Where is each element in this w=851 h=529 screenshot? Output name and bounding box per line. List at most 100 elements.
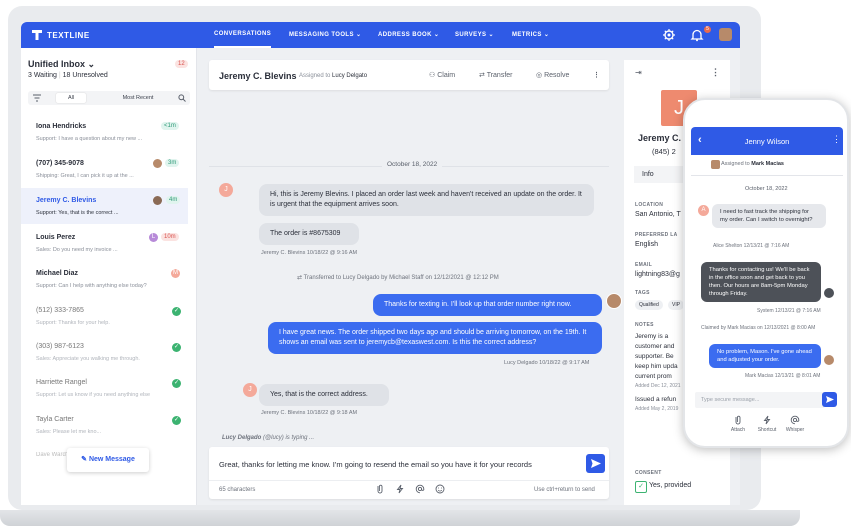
message-bubble-outgoing: Thanks for texting in. I'll look up that…: [373, 294, 602, 316]
conversation-item[interactable]: Michael Diaz Support: Can I help with an…: [21, 261, 188, 297]
app-screen: TEXTLINE CONVERSATIONS MESSAGING TOOLS ⌄…: [21, 22, 740, 505]
consent-check-icon: ✓: [635, 481, 647, 493]
mobile-message-incoming: I need to fast track the shipping for my…: [712, 204, 826, 228]
agent-avatar: [153, 159, 162, 168]
filter-bar: All Most Recent: [28, 91, 190, 105]
consent-value: Yes, provided: [649, 482, 692, 489]
inbox-selector[interactable]: Unified Inbox ⌄: [28, 59, 95, 70]
customer-avatar: J: [243, 383, 257, 397]
collapse-panel-icon[interactable]: ⇥: [635, 68, 642, 77]
send-icon: [826, 396, 834, 403]
conversation-item[interactable]: Harriette Rangel Support: Let us know if…: [21, 370, 188, 406]
more-options-icon[interactable]: ⋮: [711, 67, 720, 78]
note-text: Issued a refun: [635, 396, 677, 403]
conversation-name: Harriette Rangel: [36, 379, 87, 386]
message-composer[interactable]: Great, thanks for letting me know. I'm g…: [209, 447, 609, 499]
transfer-button[interactable]: ⇄ Transfer: [479, 71, 513, 79]
lightning-icon[interactable]: [762, 415, 772, 425]
conversation-item[interactable]: (303) 987-6123 Sales: Appreciate you wal…: [21, 334, 188, 370]
attach-icon[interactable]: [375, 484, 385, 494]
message-meta: Jeremy C. Blevins 10/18/22 @ 9:18 AM: [261, 410, 358, 416]
gear-icon[interactable]: [662, 28, 676, 42]
conversation-preview: Support: Let us know if you need anythin…: [36, 392, 151, 398]
mobile-app-preview: ‹ Jenny Wilson ⋮ Assigned to Mark Macias…: [683, 98, 849, 448]
claim-button[interactable]: ⚇ Claim: [429, 71, 455, 79]
inbox-counts: 3 Waiting | 18 Unresolved: [28, 72, 108, 79]
whisper-icon[interactable]: [790, 415, 800, 425]
tool-shortcut-label[interactable]: Shortcut: [752, 427, 782, 433]
message-input[interactable]: Great, thanks for letting me know. I'm g…: [219, 460, 532, 469]
search-icon[interactable]: [178, 94, 186, 102]
system-avatar: [824, 288, 834, 298]
nav-address-book[interactable]: ADDRESS BOOK ⌄: [378, 31, 439, 38]
more-options-icon[interactable]: ⋮: [593, 71, 600, 79]
logo-icon: [32, 30, 42, 40]
conversation-header: Jeremy C. Blevins Assigned to Lucy Delga…: [209, 60, 609, 90]
note-date: Added Dec 12, 2021: [635, 383, 681, 389]
inbox-sidebar: Unified Inbox ⌄ 12 3 Waiting | 18 Unreso…: [21, 48, 197, 505]
mobile-message-input[interactable]: Type secure message...: [695, 392, 825, 408]
conversation-item[interactable]: Louis Perez Sales: Do you need my invoic…: [21, 225, 188, 261]
mobile-message-system: Thanks for contacting us! We'll be back …: [701, 262, 821, 302]
typing-indicator: Lucy Delgado (@lucy) is typing ...: [222, 435, 315, 441]
user-avatar[interactable]: [719, 28, 732, 41]
filter-all[interactable]: All: [56, 93, 86, 103]
contact-name[interactable]: Jeremy C. Blevins: [219, 71, 297, 81]
nav-metrics[interactable]: METRICS ⌄: [512, 31, 549, 38]
lightning-icon[interactable]: [395, 484, 405, 494]
conversation-item[interactable]: Iona Hendricks Support: I have a questio…: [21, 114, 188, 150]
conversation-preview: Support: Can I help with anything else t…: [36, 283, 147, 289]
tool-attach-label[interactable]: Attach: [723, 427, 753, 433]
note-date: Added May 2, 2019: [635, 406, 679, 412]
conversation-item-selected[interactable]: Jeremy C. Blevins Support: Yes, that is …: [21, 188, 188, 224]
emoji-icon[interactable]: [435, 484, 445, 494]
send-button[interactable]: [586, 454, 605, 473]
nav-conversations[interactable]: CONVERSATIONS: [214, 31, 272, 48]
logo-text: TEXTLINE: [47, 30, 90, 40]
message-bubble-incoming: Yes, that is the correct address.: [259, 384, 389, 406]
mention-icon[interactable]: [415, 484, 425, 494]
conversation-item[interactable]: Tayla Carter Sales: Please let me kno...…: [21, 407, 188, 443]
attach-icon[interactable]: [733, 415, 743, 425]
new-message-button[interactable]: ✎ New Message: [67, 448, 149, 472]
language-label: PREFERRED LA: [635, 232, 678, 238]
agent-initial: L: [149, 233, 158, 242]
conversation-name: Michael Diaz: [36, 270, 79, 277]
resolved-check-icon: ✓: [172, 416, 181, 425]
wait-time-badge: <1m: [161, 122, 179, 130]
mobile-contact-name: Jenny Wilson: [744, 137, 790, 146]
location-value: San Antonio, T: [635, 211, 681, 218]
send-hint: Use ctrl+return to send: [534, 487, 595, 493]
conversation-item[interactable]: (512) 333-7865 Support: Thanks for your …: [21, 298, 188, 334]
tool-whisper-label[interactable]: Whisper: [780, 427, 810, 433]
notification-count: 5: [704, 26, 711, 33]
resolved-check-icon: ✓: [172, 343, 181, 352]
mobile-assigned-label: Assigned to Mark Macias: [721, 161, 784, 167]
check-circle-icon: ◎: [536, 72, 545, 79]
filter-icon[interactable]: [33, 94, 41, 102]
tag-chip[interactable]: Qualified: [635, 300, 663, 310]
mobile-message-outgoing: No problem, Mason. I've gone ahead and a…: [709, 344, 821, 368]
transfer-event: ⇄ Transferred to Lucy Delgado by Michael…: [297, 275, 499, 281]
agent-avatar: [824, 355, 834, 365]
nav-messaging-tools[interactable]: MESSAGING TOOLS ⌄: [289, 31, 361, 38]
chevron-down-icon: ⌄: [87, 59, 96, 69]
wait-time-badge: 3m: [165, 159, 180, 167]
conversation-name: (303) 987-6123: [36, 343, 84, 350]
mobile-send-button[interactable]: [822, 392, 837, 407]
conversation-preview: Shipping: Great, I can pick it up at the…: [36, 173, 134, 179]
nav-surveys[interactable]: SURVEYS ⌄: [455, 31, 494, 38]
filter-most-recent[interactable]: Most Recent: [114, 93, 162, 103]
bell-icon[interactable]: [690, 28, 704, 42]
mobile-message-meta: Mark Macias 12/13/21 @ 8:01 AM: [745, 373, 821, 379]
tag-chip[interactable]: VIP: [668, 300, 685, 310]
textline-logo[interactable]: TEXTLINE: [31, 29, 90, 41]
agent-avatar: [711, 160, 720, 169]
conversation-item[interactable]: (707) 345-9078 Shipping: Great, I can pi…: [21, 151, 188, 187]
conversation-name: Jeremy C. Blevins: [36, 197, 97, 204]
resolve-button[interactable]: ◎ Resolve: [536, 71, 569, 79]
conversation-name: (707) 345-9078: [36, 160, 84, 167]
more-options-icon[interactable]: ⋮: [832, 134, 841, 145]
divider: [691, 175, 843, 176]
transfer-icon: ⇄: [297, 275, 304, 281]
